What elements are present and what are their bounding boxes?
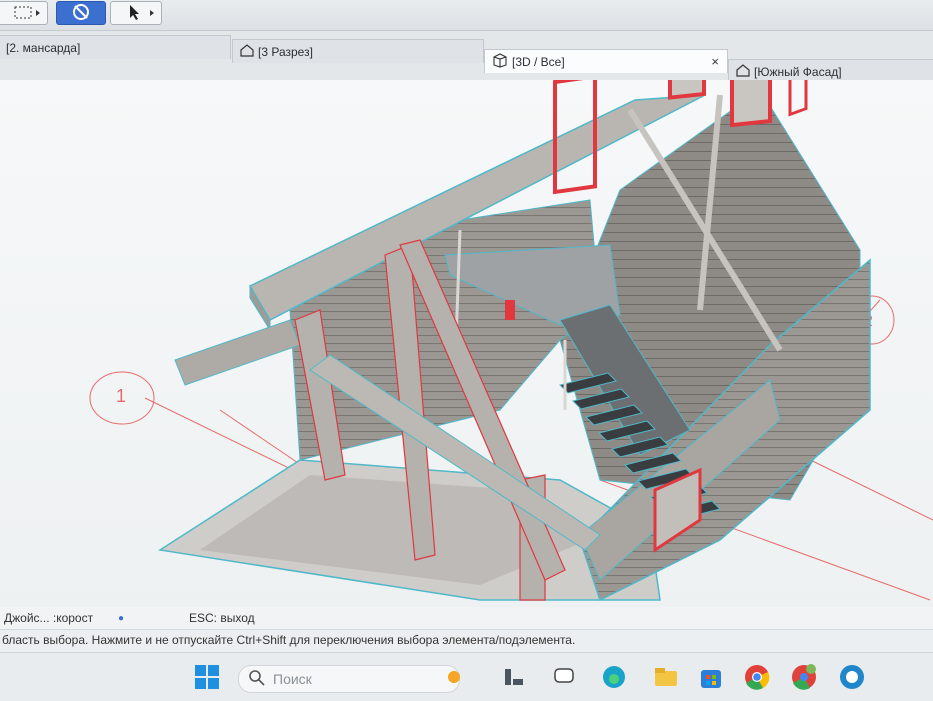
status-bar: Джойс... :корост ● ESC: выход [0, 607, 933, 629]
arrow-pointer-icon [116, 3, 156, 24]
lock-icon: ● [118, 613, 125, 624]
marquee-select-button[interactable] [0, 1, 48, 25]
marquee-select-icon [3, 3, 43, 24]
chrome-profile-icon[interactable] [790, 663, 818, 691]
search-icon [249, 669, 265, 689]
grid-marker-1: 1 [89, 371, 155, 425]
arrow-pointer-button[interactable] [110, 1, 162, 25]
tab-label: [3D / Все] [512, 54, 565, 69]
window-red-2 [730, 80, 772, 128]
chat-icon[interactable] [550, 663, 578, 691]
3d-model-render: 1 2 [89, 80, 933, 602]
tab-bar: [2. мансарда] [3 Разрез] [3D / Все] × [Ю… [0, 31, 933, 83]
prompt-message: бласть выбора. Нажмите и не отпускайте C… [2, 633, 576, 647]
tab-label: [Южный Фасад] [754, 64, 842, 79]
orbit-button[interactable] [56, 1, 106, 25]
window-red-1 [668, 80, 706, 100]
close-icon[interactable]: × [711, 54, 719, 69]
widgets-icon[interactable] [500, 663, 528, 691]
app-icon[interactable] [838, 663, 866, 691]
taskbar: Поиск [0, 652, 933, 701]
chrome-icon[interactable] [743, 663, 771, 691]
weather-icon[interactable] [440, 663, 468, 691]
prompt-bar: бласть выбора. Нажмите и не отпускайте C… [0, 629, 933, 652]
cantilever-beam [174, 319, 301, 386]
edge-icon[interactable] [600, 663, 628, 691]
section-house-icon [239, 43, 255, 60]
taskbar-search[interactable]: Поиск [238, 665, 460, 693]
search-placeholder: Поиск [273, 671, 312, 687]
esc-hint: ESC: выход [189, 611, 255, 625]
3d-box-icon [491, 52, 509, 71]
tab-section[interactable]: [3 Разрез] [232, 39, 484, 63]
file-explorer-icon[interactable] [652, 663, 680, 691]
tab-mansard[interactable]: [2. мансарда] [0, 35, 231, 59]
orbit-icon [70, 2, 92, 25]
tab-3d-all[interactable]: [3D / Все] × [484, 49, 728, 73]
grid-label-1: 1 [116, 386, 126, 406]
3d-viewport[interactable]: 1 2 [0, 80, 933, 610]
toolbar [0, 0, 933, 31]
tab-label: [3 Разрез] [258, 44, 313, 59]
windows-start-icon[interactable] [193, 663, 221, 691]
tab-label: [2. мансарда] [6, 40, 81, 55]
joystick-label: Джойс... :корост [4, 611, 94, 625]
window-red-3 [788, 80, 808, 117]
elevation-house-icon [735, 63, 751, 80]
store-icon[interactable] [697, 663, 725, 691]
